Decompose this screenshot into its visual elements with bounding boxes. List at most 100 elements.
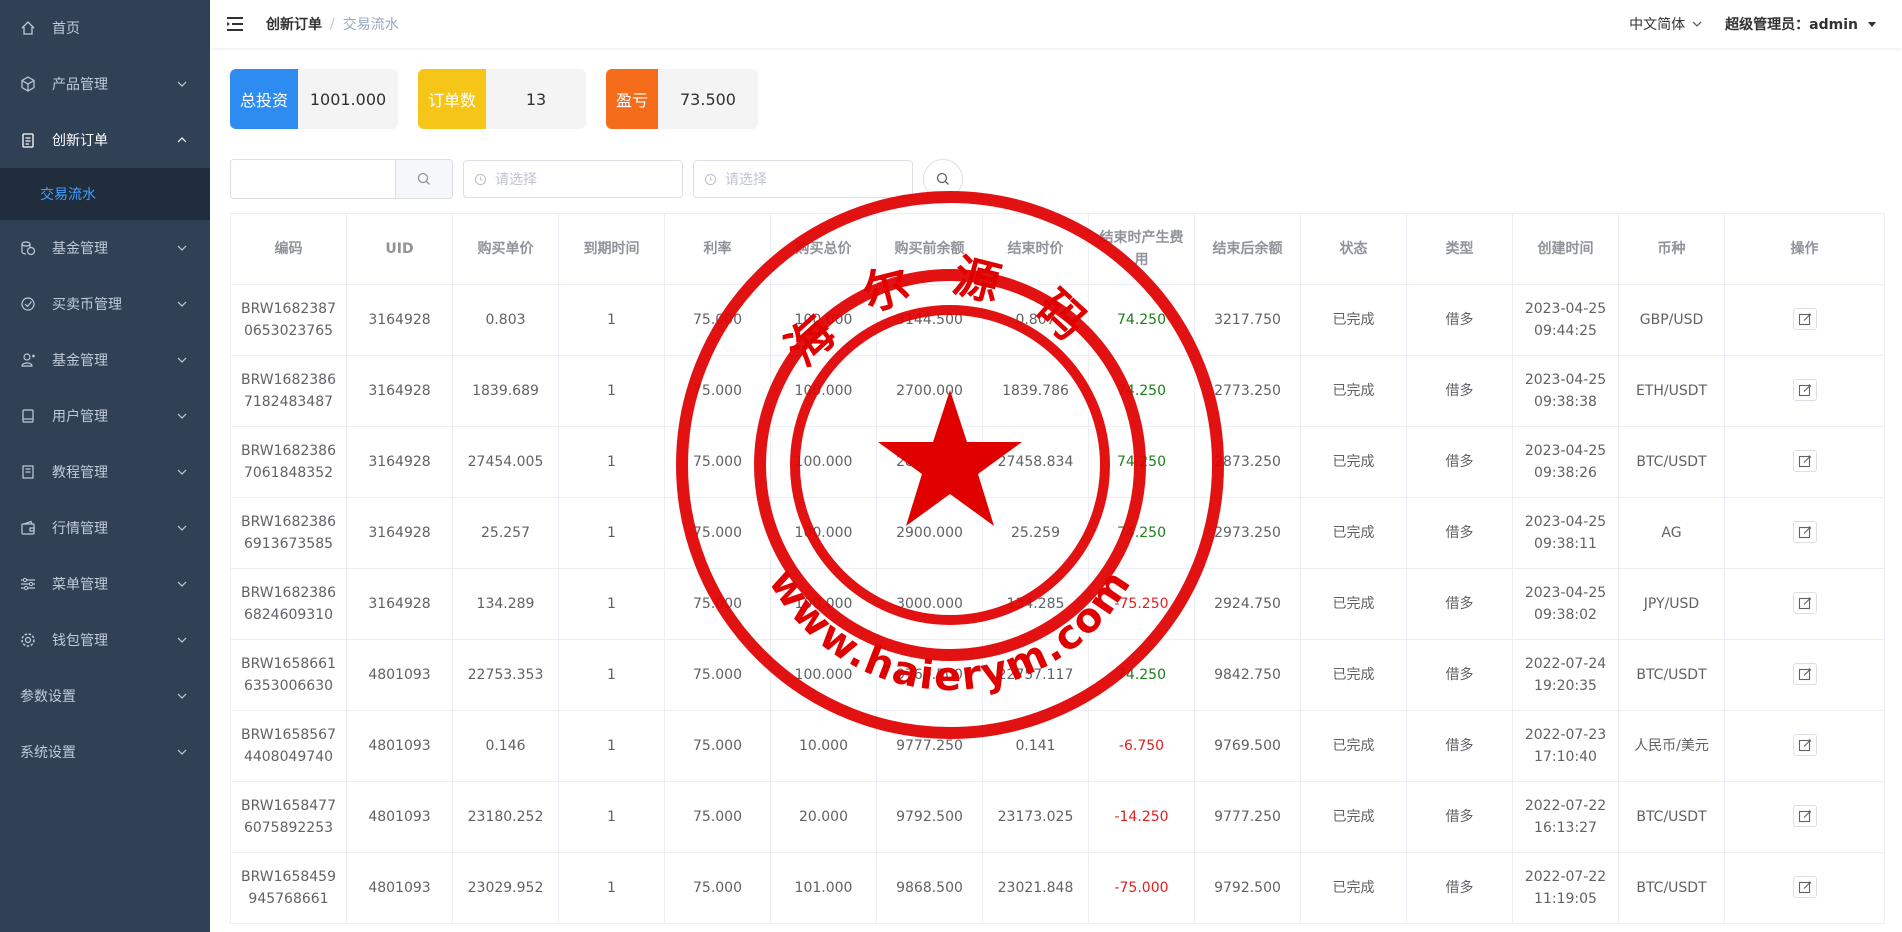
sidebar-item-label: 买卖币管理 [52,297,122,313]
column-header: 类型 [1406,213,1513,285]
cell-currency: 人民币/美元 [1618,710,1725,782]
stat-order-count: 订单数 13 [418,69,586,129]
cell-fee: 74.250 [1088,284,1195,356]
cell-end-price: 23173.025 [982,781,1089,853]
sidebar-item-5[interactable]: 基金管理 [0,332,210,388]
column-header: 状态 [1300,213,1407,285]
sidebar-item-label: 基金管理 [52,353,108,369]
cell-before: 9868.500 [876,852,983,924]
user-menu[interactable]: 超级管理员：admin [1725,14,1878,34]
cell-status: 已完成 [1300,497,1407,569]
cell-code: BRW16585674408049740 [230,710,347,782]
column-header: 结束时产生费用 [1088,213,1195,285]
table-row: BRW16823866824609310 3164928 134.289 1 75.00… [230,568,1885,640]
edit-icon[interactable] [1792,804,1817,827]
sidebar-item-1[interactable]: 产品管理 [0,56,210,112]
cell-actions [1724,568,1885,640]
end-date-input[interactable]: 请选择 [693,160,913,198]
cell-currency: BTC/USDT [1618,852,1725,924]
cell-type: 借多 [1406,568,1513,640]
search-button[interactable] [395,160,452,198]
stat-value: 1001.000 [309,89,387,109]
sidebar-item-2[interactable]: 创新订单 [0,112,210,168]
date-search-button[interactable] [923,159,963,199]
user-label: 超级管理员：admin [1725,17,1858,33]
chevron-up-icon [177,137,187,143]
cell-type: 借多 [1406,426,1513,498]
cell-expire: 1 [558,568,665,640]
cell-end-price: 25.259 [982,497,1089,569]
cell-price: 0.803 [452,284,559,356]
edit-icon[interactable] [1792,591,1817,614]
submenu: 交易流水 [0,168,210,220]
table-row: BRW16586616353006630 4801093 22753.353 1 75.… [230,639,1885,711]
wallet-icon [20,520,36,536]
cell-created: 2022-07-22 16:13:27 [1512,781,1619,853]
cell-actions [1724,355,1885,427]
cell-before: 3144.500 [876,284,983,356]
edit-icon[interactable] [1792,733,1817,756]
cell-code: BRW16823867061848352 [230,426,347,498]
cell-price: 23029.952 [452,852,559,924]
edit-icon[interactable] [1792,378,1817,401]
cell-actions [1724,284,1885,356]
stat-label: 盈亏 [606,69,658,129]
sidebar-item-11[interactable]: 参数设置 [0,668,210,724]
sidebar-item-3[interactable]: 基金管理 [0,220,210,276]
table-header-row: 编码 UID 购买单价 到期时间 利率 购买总价 购买前余额 结束时价 结束时产生费用 结束后余额… [230,213,1885,285]
cell-type: 借多 [1406,639,1513,711]
clipboard-icon [20,132,36,148]
sidebar-item-10[interactable]: 钱包管理 [0,612,210,668]
cell-uid: 4801093 [346,781,453,853]
chevron-down-icon [177,81,187,87]
cell-rate: 75.000 [664,497,771,569]
cell-actions [1724,426,1885,498]
hamburger-menu-icon[interactable] [226,14,246,34]
cell-rate: 75.000 [664,426,771,498]
book-icon [20,464,36,480]
cell-expire: 1 [558,639,665,711]
sidebar-item-label: 菜单管理 [52,577,108,593]
cell-created: 2023-04-25 09:44:25 [1512,284,1619,356]
sidebar-item-12[interactable]: 系统设置 [0,724,210,780]
cell-expire: 1 [558,852,665,924]
cell-expire: 1 [558,426,665,498]
cell-currency: ETH/USDT [1618,355,1725,427]
column-header: 编码 [230,213,347,285]
sidebar-item-8[interactable]: 行情管理 [0,500,210,556]
stat-profit-loss: 盈亏 73.500 [606,69,758,129]
sidebar-subitem-transactions[interactable]: 交易流水 [0,168,210,220]
breadcrumb-parent[interactable]: 创新订单 [266,14,322,34]
cell-price: 23180.252 [452,781,559,853]
cell-expire: 1 [558,781,665,853]
cell-code: BRW16584776075892253 [230,781,347,853]
cell-created: 2022-07-24 19:20:35 [1512,639,1619,711]
sidebar-item-0[interactable]: 首页 [0,0,210,56]
column-header: 购买单价 [452,213,559,285]
cell-expire: 1 [558,355,665,427]
edit-icon[interactable] [1792,875,1817,898]
sidebar-item-4[interactable]: 买卖币管理 [0,276,210,332]
language-selector[interactable]: 中文简体 [1629,14,1703,34]
cell-before: 9792.500 [876,781,983,853]
cell-status: 已完成 [1300,355,1407,427]
cell-status: 已完成 [1300,568,1407,640]
sidebar-item-9[interactable]: 菜单管理 [0,556,210,612]
clock-icon [474,173,487,185]
edit-icon[interactable] [1792,307,1817,330]
cell-code: BRW16823867182483487 [230,355,347,427]
sidebar-item-label: 参数设置 [20,689,76,705]
cell-price: 134.289 [452,568,559,640]
sidebar-item-6[interactable]: 用户管理 [0,388,210,444]
edit-icon[interactable] [1792,662,1817,685]
edit-icon[interactable] [1792,449,1817,472]
cell-price: 22753.353 [452,639,559,711]
start-date-input[interactable]: 请选择 [463,160,683,198]
exchange-icon [20,296,36,312]
sidebar-item-7[interactable]: 教程管理 [0,444,210,500]
edit-icon[interactable] [1792,520,1817,543]
cell-actions [1724,710,1885,782]
cell-type: 借多 [1406,781,1513,853]
search-input[interactable] [231,160,395,198]
cell-total: 100.000 [770,497,877,569]
